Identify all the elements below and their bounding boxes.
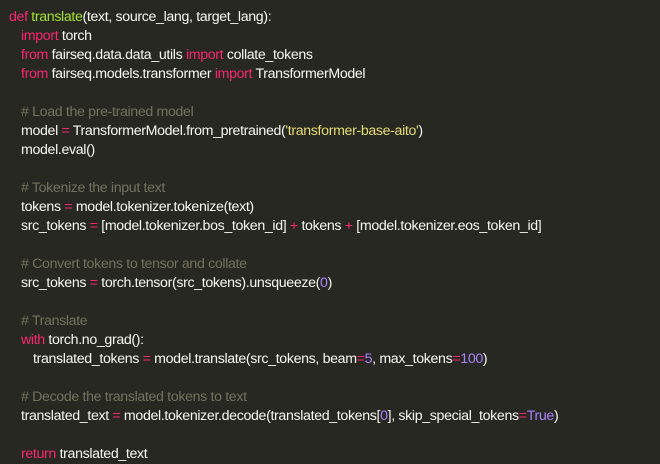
code-token: = — [356, 351, 365, 367]
code-token: import — [21, 28, 62, 44]
code-line: tokens = model.tokenizer.tokenize(text) — [9, 198, 660, 217]
code-token: # Translate — [21, 313, 88, 329]
code-token: import — [214, 66, 256, 82]
code-token: (text, source_lang, target_lang): — [82, 9, 272, 25]
code-token: True — [526, 408, 555, 424]
code-token: [model.tokenizer.bos_token_id] — [97, 218, 290, 234]
code-token: = — [112, 408, 121, 424]
code-token: torch — [61, 28, 92, 44]
code-token: def — [9, 9, 32, 25]
code-token: from — [21, 47, 52, 63]
code-token: model.eval() — [21, 142, 95, 158]
code-token: ) — [418, 123, 423, 139]
code-token: tokens — [297, 218, 345, 234]
code-line: with torch.no_grad(): — [9, 331, 660, 350]
code-line: # Tokenize the input text — [9, 179, 660, 198]
code-token: translated_text — [21, 408, 113, 424]
code-token: model.tokenizer.tokenize(text) — [72, 199, 254, 215]
code-line: # Translate — [9, 312, 660, 331]
code-line: return translated_text — [9, 445, 660, 464]
code-line: translated_tokens = model.translate(src_… — [9, 350, 660, 369]
code-token: 'transformer-base-aito' — [285, 123, 419, 139]
code-token: model — [21, 123, 62, 139]
code-token: model.translate(src_tokens, beam — [150, 351, 357, 367]
code-line: from fairseq.models.transformer import T… — [9, 65, 660, 84]
code-token: return — [21, 446, 60, 462]
code-token: # Decode the translated tokens to text — [21, 389, 247, 405]
code-token: translate — [31, 9, 83, 25]
code-token: + — [289, 218, 298, 234]
code-token: with — [21, 332, 49, 348]
code-token: = — [89, 218, 98, 234]
code-line: # Decode the translated tokens to text — [9, 388, 660, 407]
code-token: ) — [482, 351, 488, 367]
code-token: 0 — [380, 408, 388, 424]
code-token: ], skip_special_tokens — [387, 408, 519, 424]
code-token: fairseq.models.transformer — [51, 66, 215, 82]
code-token: fairseq.data.data_utils — [51, 47, 186, 63]
code-token: collate_tokens — [226, 47, 313, 63]
code-token: = — [142, 351, 151, 367]
code-line: src_tokens = [model.tokenizer.bos_token_… — [9, 217, 660, 236]
code-line: src_tokens = torch.tensor(src_tokens).un… — [9, 274, 660, 293]
code-token: # Load the pre-trained model — [21, 104, 194, 120]
code-token: ) — [553, 408, 559, 424]
code-token: src_tokens — [21, 275, 90, 291]
code-token: tokens — [21, 199, 65, 215]
code-token: , max_tokens — [372, 351, 453, 367]
code-token: src_tokens — [21, 218, 90, 234]
code-line: model.eval() — [9, 141, 660, 160]
code-token: torch.tensor(src_tokens).unsqueeze( — [97, 275, 321, 291]
code-token: 0 — [320, 275, 328, 291]
code-line: import torch — [9, 27, 660, 46]
code-token: = — [518, 408, 527, 424]
code-token: + — [344, 218, 353, 234]
code-token: import — [185, 47, 227, 63]
code-line: # Load the pre-trained model — [9, 103, 660, 122]
code-token: 100 — [460, 351, 483, 367]
code-token: model.tokenizer.decode(translated_tokens… — [120, 408, 381, 424]
code-token: translated_tokens — [33, 351, 143, 367]
code-token: = — [89, 275, 98, 291]
code-token: torch.no_grad(): — [48, 332, 144, 348]
code-token: ) — [327, 275, 333, 291]
code-token: # Convert tokens to tensor and collate — [21, 256, 247, 272]
code-token: TransformerModel — [255, 66, 366, 82]
code-token: [model.tokenizer.eos_token_id] — [352, 218, 542, 234]
code-line: from fairseq.data.data_utils import coll… — [9, 46, 660, 65]
code-line: translated_text = model.tokenizer.decode… — [9, 407, 660, 426]
code-token: translated_text — [59, 446, 148, 462]
code-editor[interactable]: def translate(text, source_lang, target_… — [0, 0, 660, 462]
code-token: from — [21, 66, 52, 82]
code-line: def translate(text, source_lang, target_… — [9, 8, 660, 27]
code-line: # Convert tokens to tensor and collate — [9, 255, 660, 274]
code-line: model = TransformerModel.from_pretrained… — [9, 122, 660, 141]
code-token: TransformerModel.from_pretrained( — [69, 123, 286, 139]
code-token: # Tokenize the input text — [21, 180, 165, 196]
